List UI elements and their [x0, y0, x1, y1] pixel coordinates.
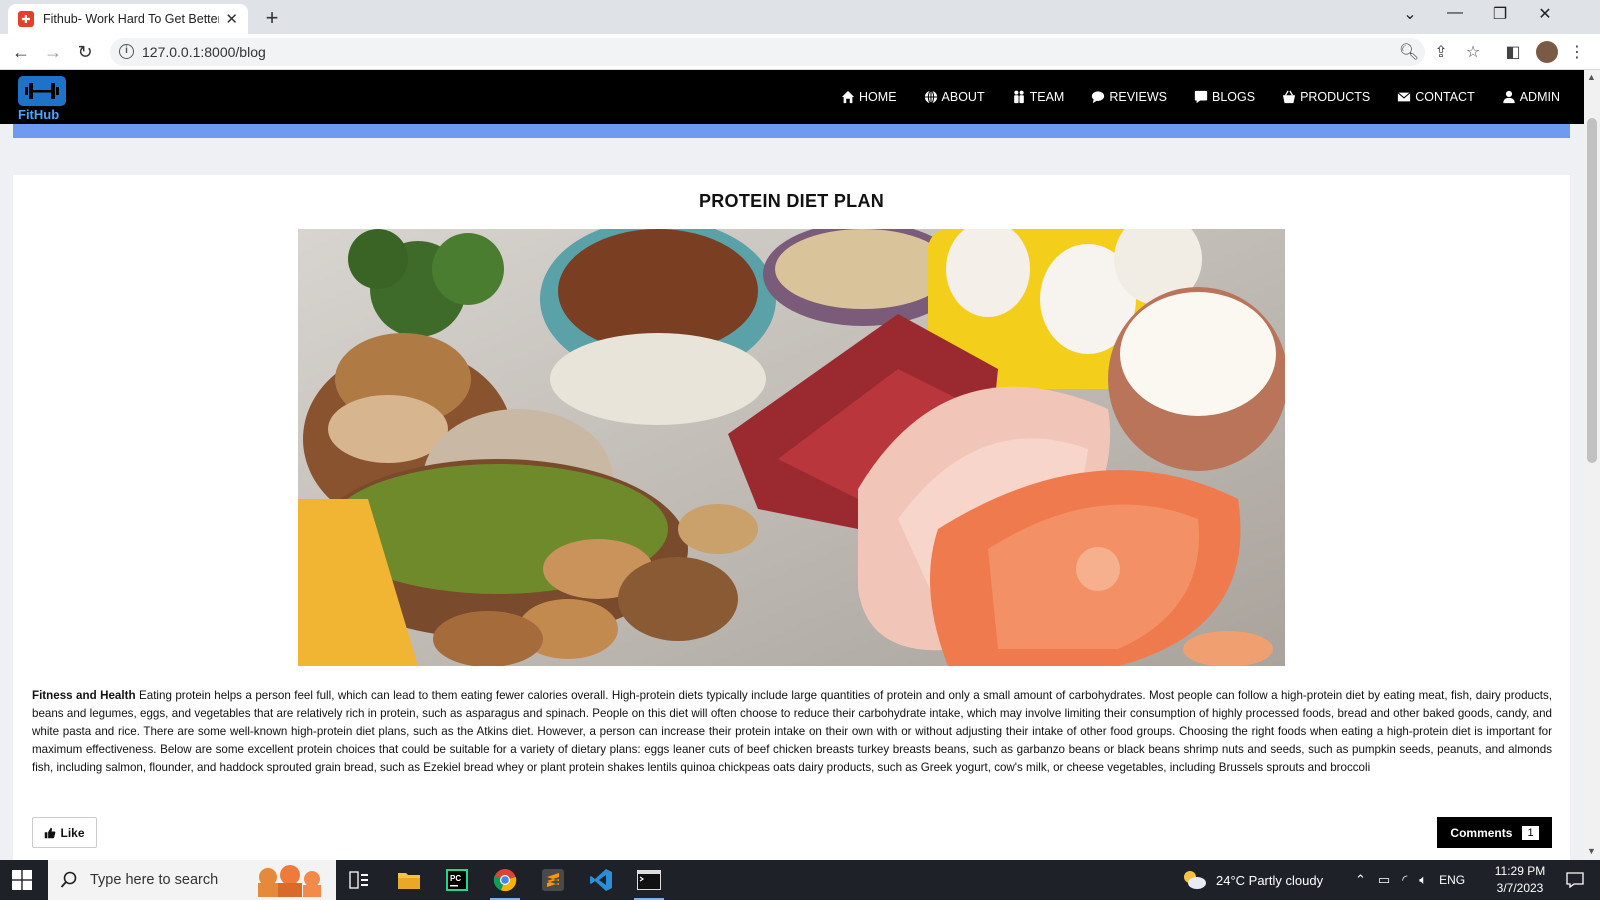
team-icon [1013, 90, 1024, 104]
comments-label: Comments [1450, 825, 1513, 840]
tray-overflow-chevron-icon[interactable]: ⌃ [1355, 872, 1366, 888]
close-tab-icon[interactable]: ✕ [225, 10, 238, 28]
post-category: Fitness and Health [32, 689, 136, 702]
more-menu-icon[interactable]: ⋮ [1566, 42, 1588, 62]
nav-team[interactable]: TEAM [1012, 90, 1065, 104]
chrome-icon[interactable] [486, 865, 524, 900]
terminal-icon[interactable] [630, 865, 668, 900]
side-panel-icon[interactable]: ◧ [1502, 42, 1524, 62]
site-info-icon[interactable]: i [119, 44, 134, 59]
sublime-text-icon[interactable] [534, 865, 572, 895]
search-highlight-icon [258, 865, 321, 897]
weather-widget[interactable]: 24°C Partly cloudy [1180, 860, 1323, 900]
blog-post-card: PROTEIN DIET PLAN Fitness and Health Eat… [13, 175, 1570, 875]
page-scrollbar[interactable]: ▲ ▼ [1584, 70, 1600, 860]
tab-title: Fithub- Work Hard To Get Better [43, 12, 219, 26]
home-icon [841, 90, 855, 104]
nav-products[interactable]: PRODUCTS [1282, 90, 1370, 104]
language-indicator[interactable]: ENG [1439, 873, 1465, 887]
user-icon [1503, 90, 1515, 104]
taskbar-clock[interactable]: 11:29 PM 3/7/2023 [1480, 863, 1560, 897]
zoom-icon[interactable]: 🔍︎ [1398, 42, 1420, 62]
address-bar[interactable]: i 127.0.0.1:8000/blog [110, 38, 1425, 66]
task-view-icon[interactable] [340, 865, 378, 895]
back-icon[interactable]: ← [8, 40, 34, 66]
pycharm-icon[interactable]: PC [438, 865, 476, 895]
nav-admin[interactable]: ADMIN [1502, 90, 1560, 104]
share-icon[interactable]: ⇪ [1430, 42, 1452, 62]
nav-about-label: ABOUT [941, 90, 985, 104]
browser-tab-strip: ✚ Fithub- Work Hard To Get Better ✕ + ⌄ … [0, 0, 1600, 34]
new-tab-icon[interactable]: + [260, 5, 284, 31]
minimize-icon[interactable]: — [1440, 4, 1470, 22]
restore-icon[interactable]: ❐ [1485, 4, 1515, 24]
system-tray: ⌃ ▭ ◜ 🔈︎ ENG [1355, 860, 1465, 900]
comment-icon [1092, 91, 1105, 104]
nav-contact[interactable]: CONTACT [1397, 90, 1475, 104]
taskbar-search-placeholder: Type here to search [90, 872, 219, 888]
post-title: PROTEIN DIET PLAN [698, 191, 885, 211]
nav-contact-label: CONTACT [1415, 90, 1475, 104]
url-text[interactable]: 127.0.0.1:8000/blog [142, 44, 266, 60]
close-window-icon[interactable]: ✕ [1530, 4, 1560, 24]
post-body: Fitness and Health Eating protein helps … [32, 687, 1552, 777]
globe-icon [924, 90, 937, 104]
blog-icon [1194, 90, 1208, 104]
site-favicon-icon: ✚ [18, 11, 34, 27]
scrollbar-thumb[interactable] [1587, 118, 1597, 463]
nav-blogs-label: BLOGS [1211, 90, 1256, 104]
windows-start-icon[interactable] [12, 870, 32, 890]
post-body-text: Eating protein helps a person feel full,… [32, 689, 1553, 774]
main-nav: HOME ABOUT TEAM REVIEWS BLOGS PRODUCTS C… [841, 70, 1560, 124]
notification-icon[interactable] [1566, 860, 1584, 900]
file-explorer-icon[interactable] [390, 865, 428, 895]
thumbs-up-icon [45, 827, 56, 838]
logo-text: FitHub [18, 107, 60, 122]
svg-text:PC: PC [450, 874, 461, 883]
nav-admin-label: ADMIN [1519, 90, 1560, 104]
wifi-icon[interactable]: ◜ [1402, 872, 1407, 888]
envelope-icon [1397, 92, 1411, 102]
nav-blogs[interactable]: BLOGS [1194, 90, 1255, 104]
battery-icon[interactable]: ▭ [1378, 872, 1390, 888]
post-hero-image [298, 229, 1285, 666]
vscode-icon[interactable] [582, 865, 620, 895]
forward-icon[interactable]: → [40, 40, 66, 66]
os-taskbar: Type here to search PC 24°C Partly cloud… [0, 860, 1600, 900]
site-logo[interactable]: FitHub [18, 76, 68, 122]
browser-toolbar: ← → ↻ i 127.0.0.1:8000/blog 🔍︎ ⇪ ☆ ◧ ⋮ [0, 34, 1600, 70]
browser-tab[interactable]: ✚ Fithub- Work Hard To Get Better ✕ [8, 4, 248, 34]
like-button[interactable]: Like [32, 817, 97, 848]
nav-team-label: TEAM [1029, 90, 1065, 104]
partly-cloudy-icon [1184, 871, 1206, 889]
clock-date: 3/7/2023 [1496, 881, 1544, 895]
volume-icon[interactable]: 🔈︎ [1419, 872, 1427, 888]
nav-home[interactable]: HOME [841, 90, 897, 104]
scroll-down-arrow-icon[interactable]: ▼ [1587, 846, 1596, 856]
bookmark-star-icon[interactable]: ☆ [1462, 42, 1484, 62]
like-label: Like [60, 825, 85, 840]
site-navbar: FitHub HOME ABOUT TEAM REVIEWS BLOGS PRO… [0, 70, 1584, 124]
nav-reviews-label: REVIEWS [1109, 90, 1167, 104]
clock-time: 11:29 PM [1494, 864, 1546, 878]
search-icon [60, 871, 77, 888]
tab-search-chevron-icon[interactable]: ⌄ [1395, 4, 1425, 24]
weather-text: 24°C Partly cloudy [1216, 872, 1324, 888]
nav-about[interactable]: ABOUT [924, 90, 985, 104]
basket-icon [1282, 90, 1296, 104]
taskbar-search-box[interactable]: Type here to search [48, 860, 336, 900]
comments-button[interactable]: Comments 1 [1437, 817, 1552, 848]
profile-avatar[interactable] [1536, 41, 1558, 63]
dumbbell-logo-icon [18, 76, 66, 106]
scroll-up-arrow-icon[interactable]: ▲ [1587, 72, 1596, 82]
page-header-banner [13, 124, 1570, 138]
nav-home-label: HOME [859, 90, 897, 104]
nav-products-label: PRODUCTS [1300, 90, 1371, 104]
reload-icon[interactable]: ↻ [72, 40, 98, 66]
comments-count-badge: 1 [1522, 825, 1539, 840]
nav-reviews[interactable]: REVIEWS [1091, 90, 1167, 104]
